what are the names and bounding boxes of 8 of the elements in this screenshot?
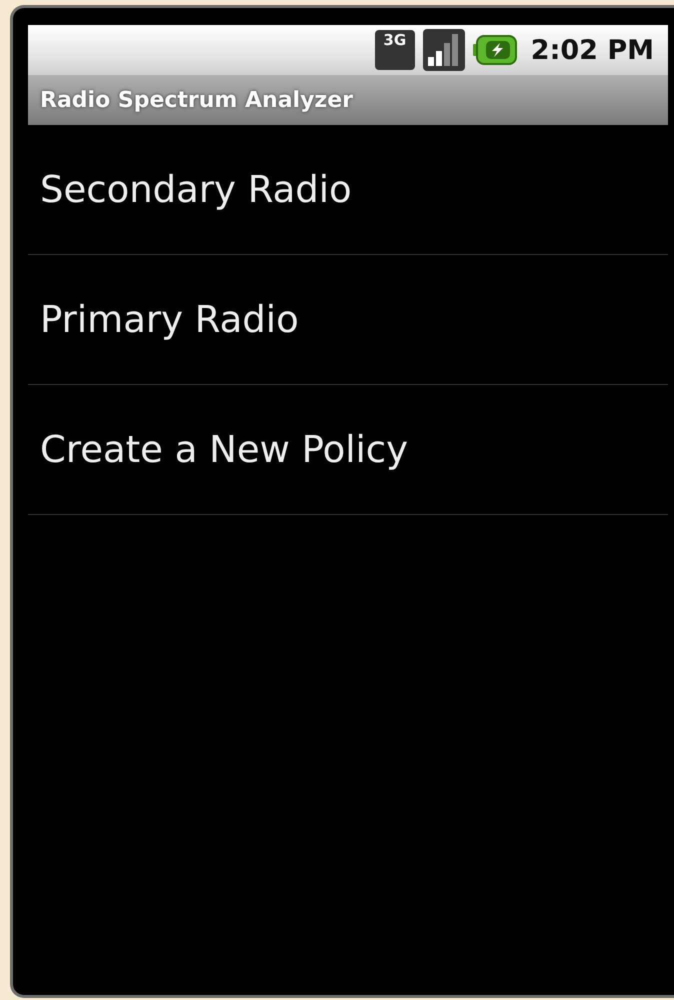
status-time: 2:02 PM — [530, 34, 654, 66]
battery-charging-icon — [472, 35, 517, 65]
list-item[interactable]: Create a New Policy — [28, 385, 668, 515]
app-title: Radio Spectrum Analyzer — [40, 88, 354, 112]
signal-icon — [422, 29, 465, 71]
list-item[interactable]: Primary Radio — [28, 255, 668, 385]
list-item[interactable]: Secondary Radio — [28, 125, 668, 255]
network-type-icon: 3G — [374, 30, 415, 70]
